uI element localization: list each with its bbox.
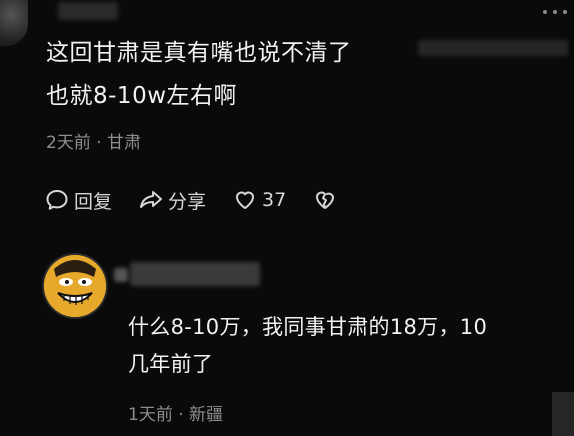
- chat-bubble-icon: [46, 190, 68, 210]
- reply-username-blurred-edge: [114, 268, 128, 282]
- comment-meta: 2天前 · 甘肃: [46, 133, 142, 153]
- more-options-icon[interactable]: [540, 2, 570, 22]
- commenter-avatar[interactable]: [0, 0, 28, 46]
- reply-avatar[interactable]: [44, 255, 106, 317]
- reply-button[interactable]: 回复: [44, 187, 112, 214]
- share-button-label: 分享: [168, 190, 207, 213]
- broken-heart-icon: [316, 191, 335, 209]
- reply-text-line2: 几年前了: [128, 352, 214, 376]
- share-arrow-icon: [140, 191, 163, 208]
- share-button[interactable]: 分享: [138, 187, 206, 214]
- commenter-username-blurred[interactable]: [58, 2, 118, 20]
- cartoon-face-avatar-icon: [44, 255, 106, 317]
- like-count: 37: [262, 189, 287, 211]
- blurred-overlay-text: [418, 40, 568, 56]
- like-button[interactable]: 37: [232, 187, 286, 213]
- comment-action-bar: 回复 分享 37: [44, 186, 368, 214]
- reply-text-line1: 什么8-10万，我同事甘肃的18万，10: [128, 315, 488, 339]
- scroll-thumb[interactable]: [552, 392, 574, 436]
- heart-icon: [236, 191, 255, 209]
- comment-text-line2: 也就8-10w左右啊: [46, 83, 238, 109]
- comment-text-line1: 这回甘肃是真有嘴也说不清了: [46, 40, 352, 66]
- reply-button-label: 回复: [74, 190, 113, 213]
- reply-username-blurred[interactable]: [130, 262, 260, 286]
- reply-meta: 1天前 · 新疆: [128, 405, 224, 425]
- dislike-button[interactable]: [312, 187, 342, 213]
